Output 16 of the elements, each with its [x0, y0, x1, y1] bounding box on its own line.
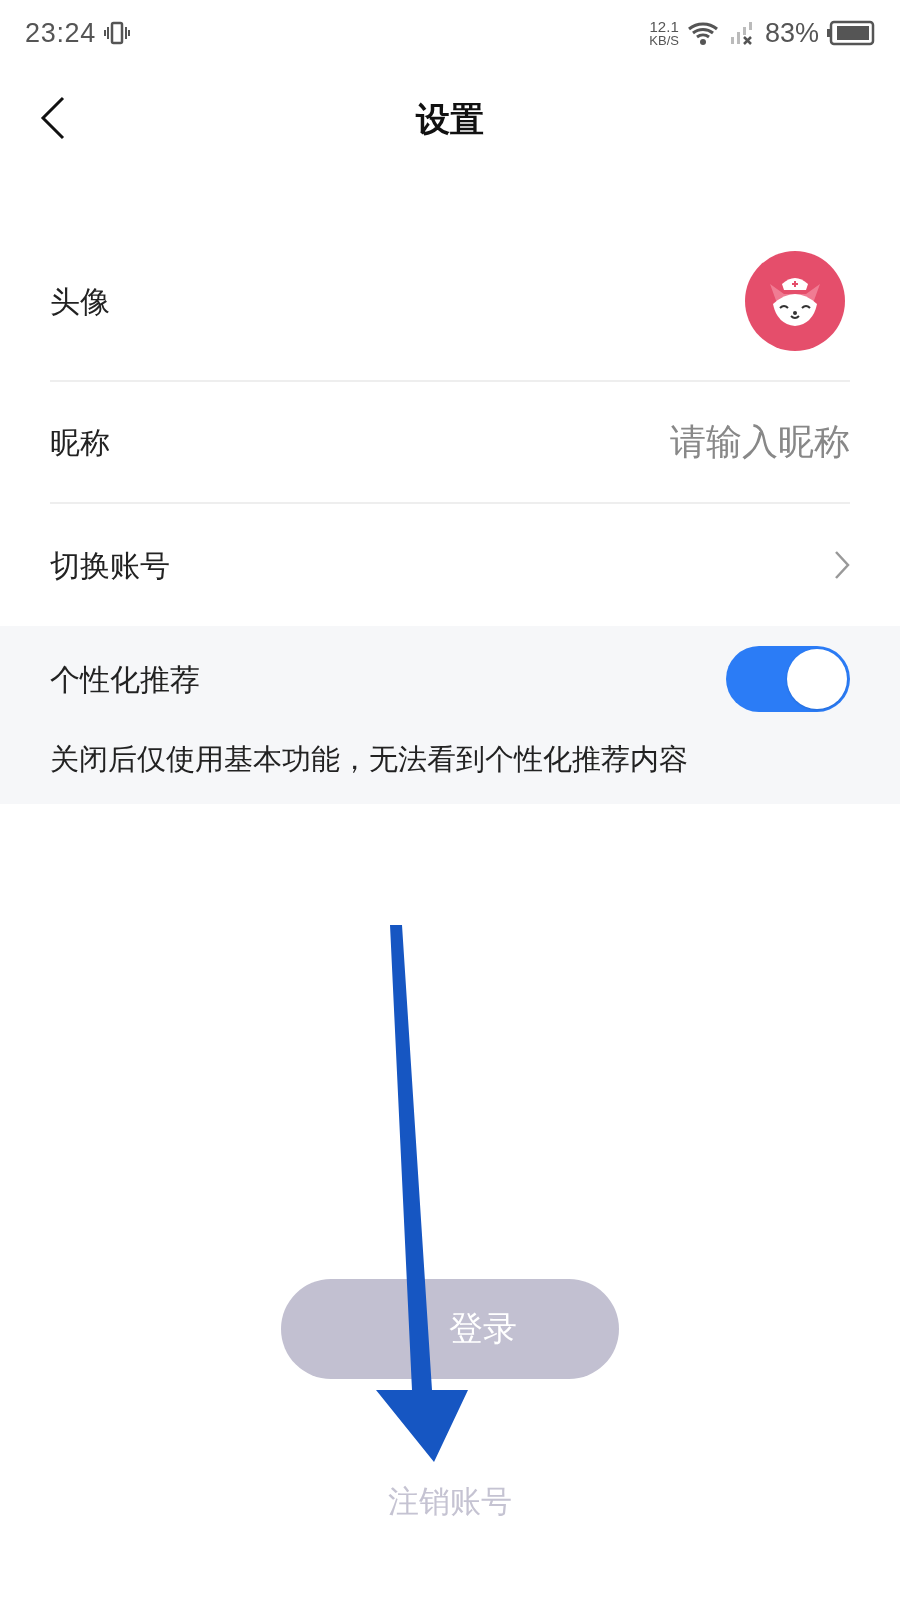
description-text: 关闭后仅使用基本功能，无法看到个性化推荐内容	[50, 742, 689, 777]
status-time: 23:24	[25, 16, 96, 50]
nickname-input[interactable]: 请输入昵称	[450, 415, 850, 469]
setting-label: 个性化推荐	[50, 661, 200, 698]
setting-label: 切换账号	[50, 547, 170, 584]
network-speed: 12.1	[649, 19, 679, 34]
battery-percent: 83%	[764, 16, 819, 50]
page-title: 设置	[416, 98, 484, 140]
chevron-right-icon[interactable]	[834, 550, 850, 580]
battery-icon	[827, 20, 875, 46]
back-icon[interactable]	[40, 96, 66, 140]
cancel-account-link[interactable]: 注销账号	[388, 1478, 512, 1525]
setting-label: 头像	[50, 283, 110, 320]
speed-unit: KB/S	[649, 34, 679, 47]
vibrate-icon	[103, 20, 130, 46]
setting-label: 昵称	[50, 424, 110, 461]
